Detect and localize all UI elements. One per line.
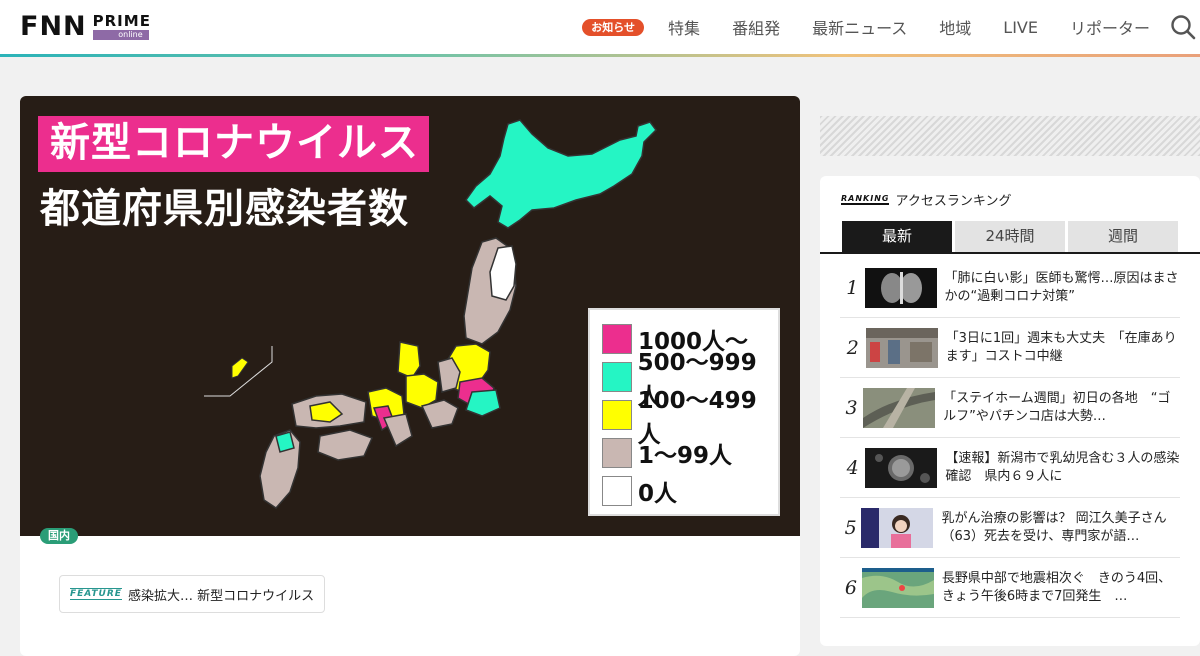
ranking-logo: RANKING bbox=[841, 194, 890, 205]
rank-number: 2 bbox=[846, 336, 859, 359]
legend-row: 100〜499人 bbox=[602, 388, 778, 448]
legend-swatch bbox=[602, 400, 632, 430]
hero-image[interactable]: 新型コロナウイルス 都道府県別感染者数 1000人〜 500〜999人 100〜… bbox=[20, 96, 800, 536]
ranking-item[interactable]: 3 「ステイホーム週間」初日の各地 “ゴルフ”やパチンコ店は大勢… bbox=[840, 378, 1180, 438]
tab-24h[interactable]: 24時間 bbox=[955, 221, 1065, 252]
header-accent-line bbox=[0, 54, 1200, 57]
ranking-title: アクセスランキング bbox=[895, 194, 1012, 209]
ranking-headline: 「ステイホーム週間」初日の各地 “ゴルフ”やパチンコ店は大勢… bbox=[943, 390, 1171, 424]
map-legend: 1000人〜 500〜999人 100〜499人 1〜99人 0人 bbox=[588, 308, 780, 516]
ranking-headline: 乳がん治療の影響は？ 岡江久美子さん（63）死去を受け、専門家が語… bbox=[941, 510, 1167, 544]
tab-underline bbox=[820, 252, 1200, 254]
article-card[interactable]: 新型コロナウイルス 都道府県別感染者数 1000人〜 500〜999人 100〜… bbox=[20, 96, 800, 656]
ad-placeholder bbox=[820, 116, 1200, 156]
search-icon[interactable] bbox=[1170, 14, 1196, 40]
nav-item-reporters[interactable]: リポーター bbox=[1070, 15, 1150, 39]
nav-item-features[interactable]: 特集 bbox=[668, 15, 700, 39]
ranking-panel: RANKING アクセスランキング 最新 24時間 週間 1 「肺に白い影」医師… bbox=[820, 176, 1200, 646]
feature-link[interactable]: FEATURE 感染拡大… 新型コロナウイルス bbox=[59, 575, 326, 613]
legend-swatch bbox=[602, 438, 632, 468]
rank-number: 6 bbox=[844, 576, 857, 599]
ranking-item[interactable]: 2 「3日に1回」週末も大丈夫 「在庫あります」コストコ中継 bbox=[840, 318, 1180, 378]
feature-title: 感染拡大… 新型コロナウイルス bbox=[127, 588, 315, 604]
ranking-item[interactable]: 5 乳がん治療の影響は？ 岡江久美子さん（63）死去を受け、専門家が語… bbox=[840, 498, 1180, 558]
ranking-thumbnail bbox=[865, 327, 938, 368]
legend-swatch bbox=[602, 476, 632, 506]
category-badge[interactable]: 国内 bbox=[40, 528, 78, 544]
tab-weekly[interactable]: 週間 bbox=[1068, 221, 1178, 252]
logo-fnn: FNN bbox=[20, 11, 87, 42]
hero-title-line1: 新型コロナウイルス bbox=[38, 116, 429, 172]
site-logo[interactable]: FNN PRIME online bbox=[20, 11, 151, 42]
nav-item-programs[interactable]: 番組発 bbox=[732, 15, 780, 39]
logo-prime: PRIME bbox=[92, 12, 151, 30]
ranking-item[interactable]: 6 長野県中部で地震相次ぐ きのう4回、きょう午後6時まで7回発生 … bbox=[840, 558, 1180, 618]
ranking-thumbnail bbox=[861, 507, 934, 548]
site-header: FNN PRIME online お知らせ 特集 番組発 最新ニュース 地域 L… bbox=[0, 0, 1200, 54]
rank-number: 5 bbox=[844, 516, 857, 539]
ranking-tabs: 最新 24時間 週間 bbox=[842, 221, 1181, 252]
ranking-headline: 「肺に白い影」医師も驚愕…原因はまさかの“過剰コロナ対策” bbox=[944, 270, 1179, 304]
legend-row: 0人 bbox=[602, 472, 778, 510]
ranking-headline: 長野県中部で地震相次ぐ きのう4回、きょう午後6時まで7回発生 … bbox=[941, 570, 1172, 604]
feature-tag: FEATURE bbox=[70, 588, 122, 600]
ranking-headline: 【速報】新潟市で乳幼児含む３人の感染確認 県内６９人に bbox=[945, 450, 1180, 484]
notice-button[interactable]: お知らせ bbox=[582, 18, 645, 36]
main-nav: お知らせ 特集 番組発 最新ニュース 地域 LIVE リポーター bbox=[582, 0, 1200, 54]
ranking-header: RANKING アクセスランキング bbox=[841, 190, 1011, 209]
logo-online: online bbox=[92, 30, 149, 40]
nav-item-latest-news[interactable]: 最新ニュース bbox=[812, 15, 907, 39]
nav-item-region[interactable]: 地域 bbox=[939, 15, 971, 39]
rank-number: 3 bbox=[845, 396, 858, 419]
nav-item-live[interactable]: LIVE bbox=[1003, 18, 1038, 37]
ranking-item[interactable]: 4 【速報】新潟市で乳幼児含む３人の感染確認 県内６９人に bbox=[840, 438, 1180, 498]
ranking-thumbnail bbox=[863, 387, 936, 428]
legend-label: 1〜99人 bbox=[638, 443, 733, 469]
hero-title-line2: 都道府県別感染者数 bbox=[40, 186, 409, 232]
ranking-thumbnail bbox=[865, 447, 938, 488]
ranking-list: 1 「肺に白い影」医師も驚愕…原因はまさかの“過剰コロナ対策” 2 「3日に1回… bbox=[840, 258, 1180, 618]
ranking-thumbnail bbox=[864, 267, 937, 308]
tab-latest[interactable]: 最新 bbox=[842, 221, 952, 252]
legend-swatch bbox=[602, 324, 632, 354]
rank-number: 4 bbox=[846, 456, 859, 479]
ranking-headline: 「3日に1回」週末も大丈夫 「在庫あります」コストコ中継 bbox=[945, 330, 1177, 364]
legend-label: 0人 bbox=[638, 481, 678, 507]
legend-swatch bbox=[602, 362, 632, 392]
ranking-item[interactable]: 1 「肺に白い影」医師も驚愕…原因はまさかの“過剰コロナ対策” bbox=[840, 258, 1180, 318]
ranking-thumbnail bbox=[861, 567, 934, 608]
rank-number: 1 bbox=[846, 276, 859, 299]
